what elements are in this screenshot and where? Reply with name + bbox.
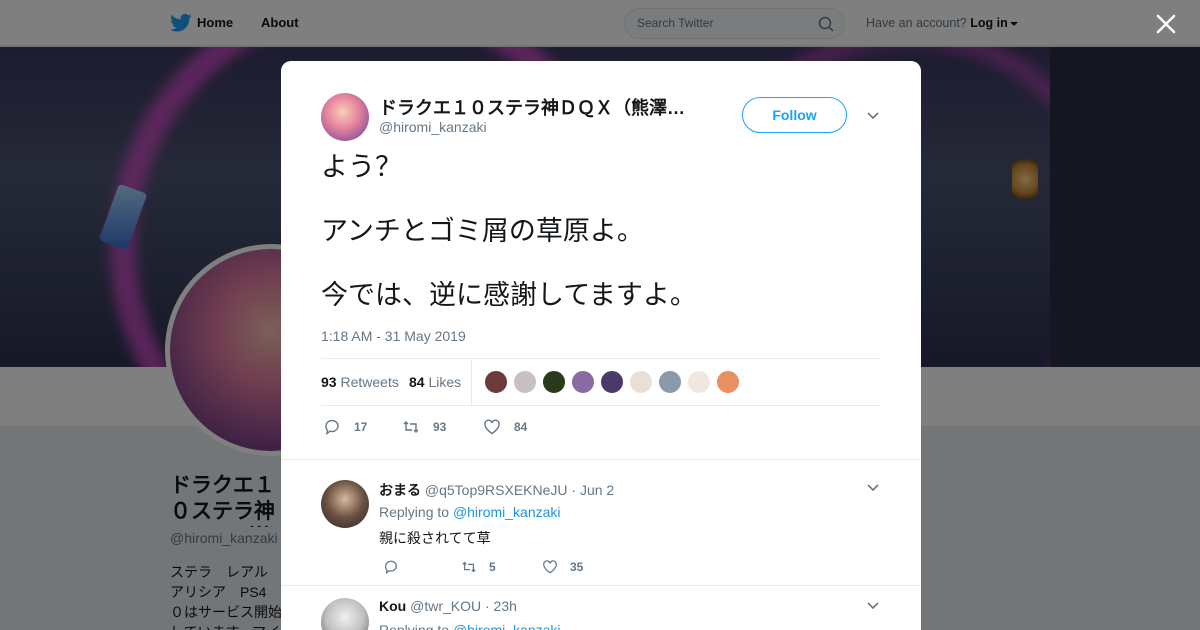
liker-avatar[interactable] [716,370,740,394]
liker-avatar[interactable] [629,370,653,394]
like-count: 84 [514,420,528,434]
chevron-down-icon[interactable] [866,109,880,123]
reply-header: おまる @q5Top9RSXEKNeJU · Jun 2 [379,480,614,500]
tweet-line: 今では、逆に感謝してますよ。 [321,280,697,310]
reply-item[interactable]: Kou @twr_KOU · 23h Replying to @hiromi_k… [281,585,921,630]
replying-to-link[interactable]: @hiromi_kanzaki [453,622,561,630]
liker-avatar[interactable] [484,370,508,394]
retweets-stat[interactable]: 93 Retweets [321,374,399,390]
liker-avatar[interactable] [600,370,624,394]
reply-item[interactable]: おまる @q5Top9RSXEKNeJU · Jun 2 Replying to… [281,459,921,585]
tweet-line: よう？ [321,152,402,182]
retweet-icon [462,561,476,573]
liker-avatar[interactable] [513,370,537,394]
reply-avatar[interactable] [321,598,369,630]
chevron-down-icon[interactable] [866,481,880,495]
chevron-down-icon[interactable] [866,599,880,613]
author-avatar[interactable] [321,93,369,141]
reply-date[interactable]: · Jun 2 [571,482,614,498]
heart-icon [484,419,500,435]
likes-count: 84 [409,374,425,390]
reply-author-handle[interactable]: @twr_KOU [410,598,481,614]
liker-avatar[interactable] [658,370,682,394]
tweet-text: よう？ アンチとゴミ屑の草原よ。 今では、逆に感謝してますよ。 [321,151,881,343]
liker-avatar[interactable] [687,370,711,394]
reply-count: 17 [354,420,368,434]
stats-divider [471,359,472,406]
reply-icon [325,419,339,436]
retweet-count: 93 [433,420,447,434]
replying-to: Replying to @hiromi_kanzaki [379,622,561,630]
retweets-count: 93 [321,374,337,390]
reply-avatar[interactable] [321,480,369,528]
liker-avatar[interactable] [542,370,566,394]
like-count: 35 [570,560,584,574]
replying-to: Replying to @hiromi_kanzaki [379,504,561,520]
likes-label: Likes [428,374,462,390]
author-name[interactable]: ドラクエ１０ステラ神ＤＱＸ（熊澤英一） [379,94,689,120]
reply-author-handle[interactable]: @q5Top9RSXEKNeJU [425,482,568,498]
likes-stat[interactable]: 84 Likes [409,374,461,390]
liker-avatar[interactable] [571,370,595,394]
tweet-actions: 17 93 84 [321,416,881,438]
reply-text: 親に殺されてて草 [379,530,491,546]
tweet-timestamp[interactable]: 1:18 AM - 31 May 2019 [321,328,466,344]
reply-date[interactable]: · 23h [485,598,517,614]
close-icon[interactable] [1155,13,1177,35]
replying-to-prefix: Replying to [379,504,450,520]
reply-author-name[interactable]: Kou [379,598,406,614]
author-handle[interactable]: @hiromi_kanzaki [379,119,487,135]
reply-icon [384,560,397,575]
tweet-stats: 93 Retweets 84 Likes [321,358,881,406]
replying-to-prefix: Replying to [379,622,450,630]
replying-to-link[interactable]: @hiromi_kanzaki [453,504,561,520]
tweet-modal: ドラクエ１０ステラ神ＤＱＸ（熊澤英一） @hiromi_kanzaki Foll… [281,61,921,630]
retweet-count: 5 [489,560,496,574]
reply-header: Kou @twr_KOU · 23h [379,598,517,614]
follow-button[interactable]: Follow [742,97,847,133]
tweet-line: アンチとゴミ屑の草原よ。 [321,216,644,246]
retweet-icon [403,421,419,433]
heart-icon [543,560,557,574]
retweets-label: Retweets [340,374,399,390]
reply-author-name[interactable]: おまる [379,482,421,498]
